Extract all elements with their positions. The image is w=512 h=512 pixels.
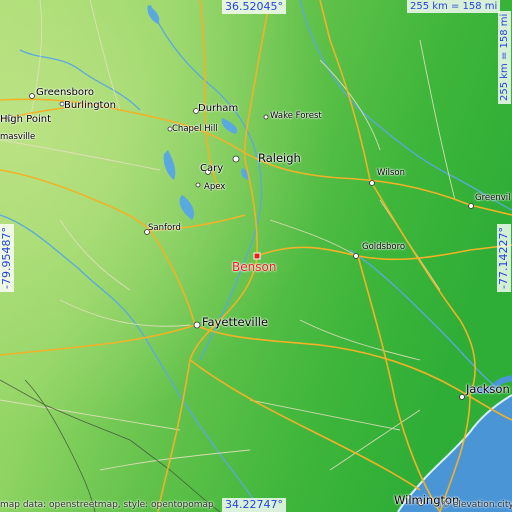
right-longitude-label: -77.14227° [497,224,511,292]
left-longitude-label: -79.95487° [0,224,14,292]
city-label-benson[interactable]: Benson [232,260,276,274]
top-latitude-label: 36.52045° [222,0,286,14]
city-label-fayetteville: Fayetteville [202,315,269,329]
city-label-cary: Cary [200,163,224,174]
map-credit: map data: openstreetmap, style: opentopo… [0,500,214,510]
city-label-high-point: High Point [0,114,51,125]
city-label-thomasville: masville [0,132,36,142]
city-label-raleigh: Raleigh [258,151,301,165]
city-label-chapel-hill: Chapel Hill [172,124,218,134]
topographic-map[interactable]: Greensboro Burlington High Point masvill… [0,0,512,512]
city-label-durham: Durham [198,103,239,114]
city-label-burlington: Burlington [64,100,116,111]
city-label-greensboro: Greensboro [36,87,94,98]
city-label-wake-forest: Wake Forest [270,111,322,121]
city-label-greenville: Greenvil [475,193,511,203]
city-label-wilson: Wilson [377,168,405,178]
city-label-jackson: Jackson [466,382,510,396]
horizontal-scale-label: 255 km = 158 mi [407,0,501,13]
vertical-scale-label: 255 km = 158 mi [498,10,511,104]
city-label-goldsboro: Goldsboro [362,242,406,252]
bottom-latitude-label: 34.22747° [222,498,286,512]
benson-marker [253,252,261,260]
city-label-apex: Apex [204,182,226,192]
terrain-layer [0,0,512,512]
site-credit: © elevation.city [441,500,512,510]
city-label-sanford: Sanford [148,223,181,233]
